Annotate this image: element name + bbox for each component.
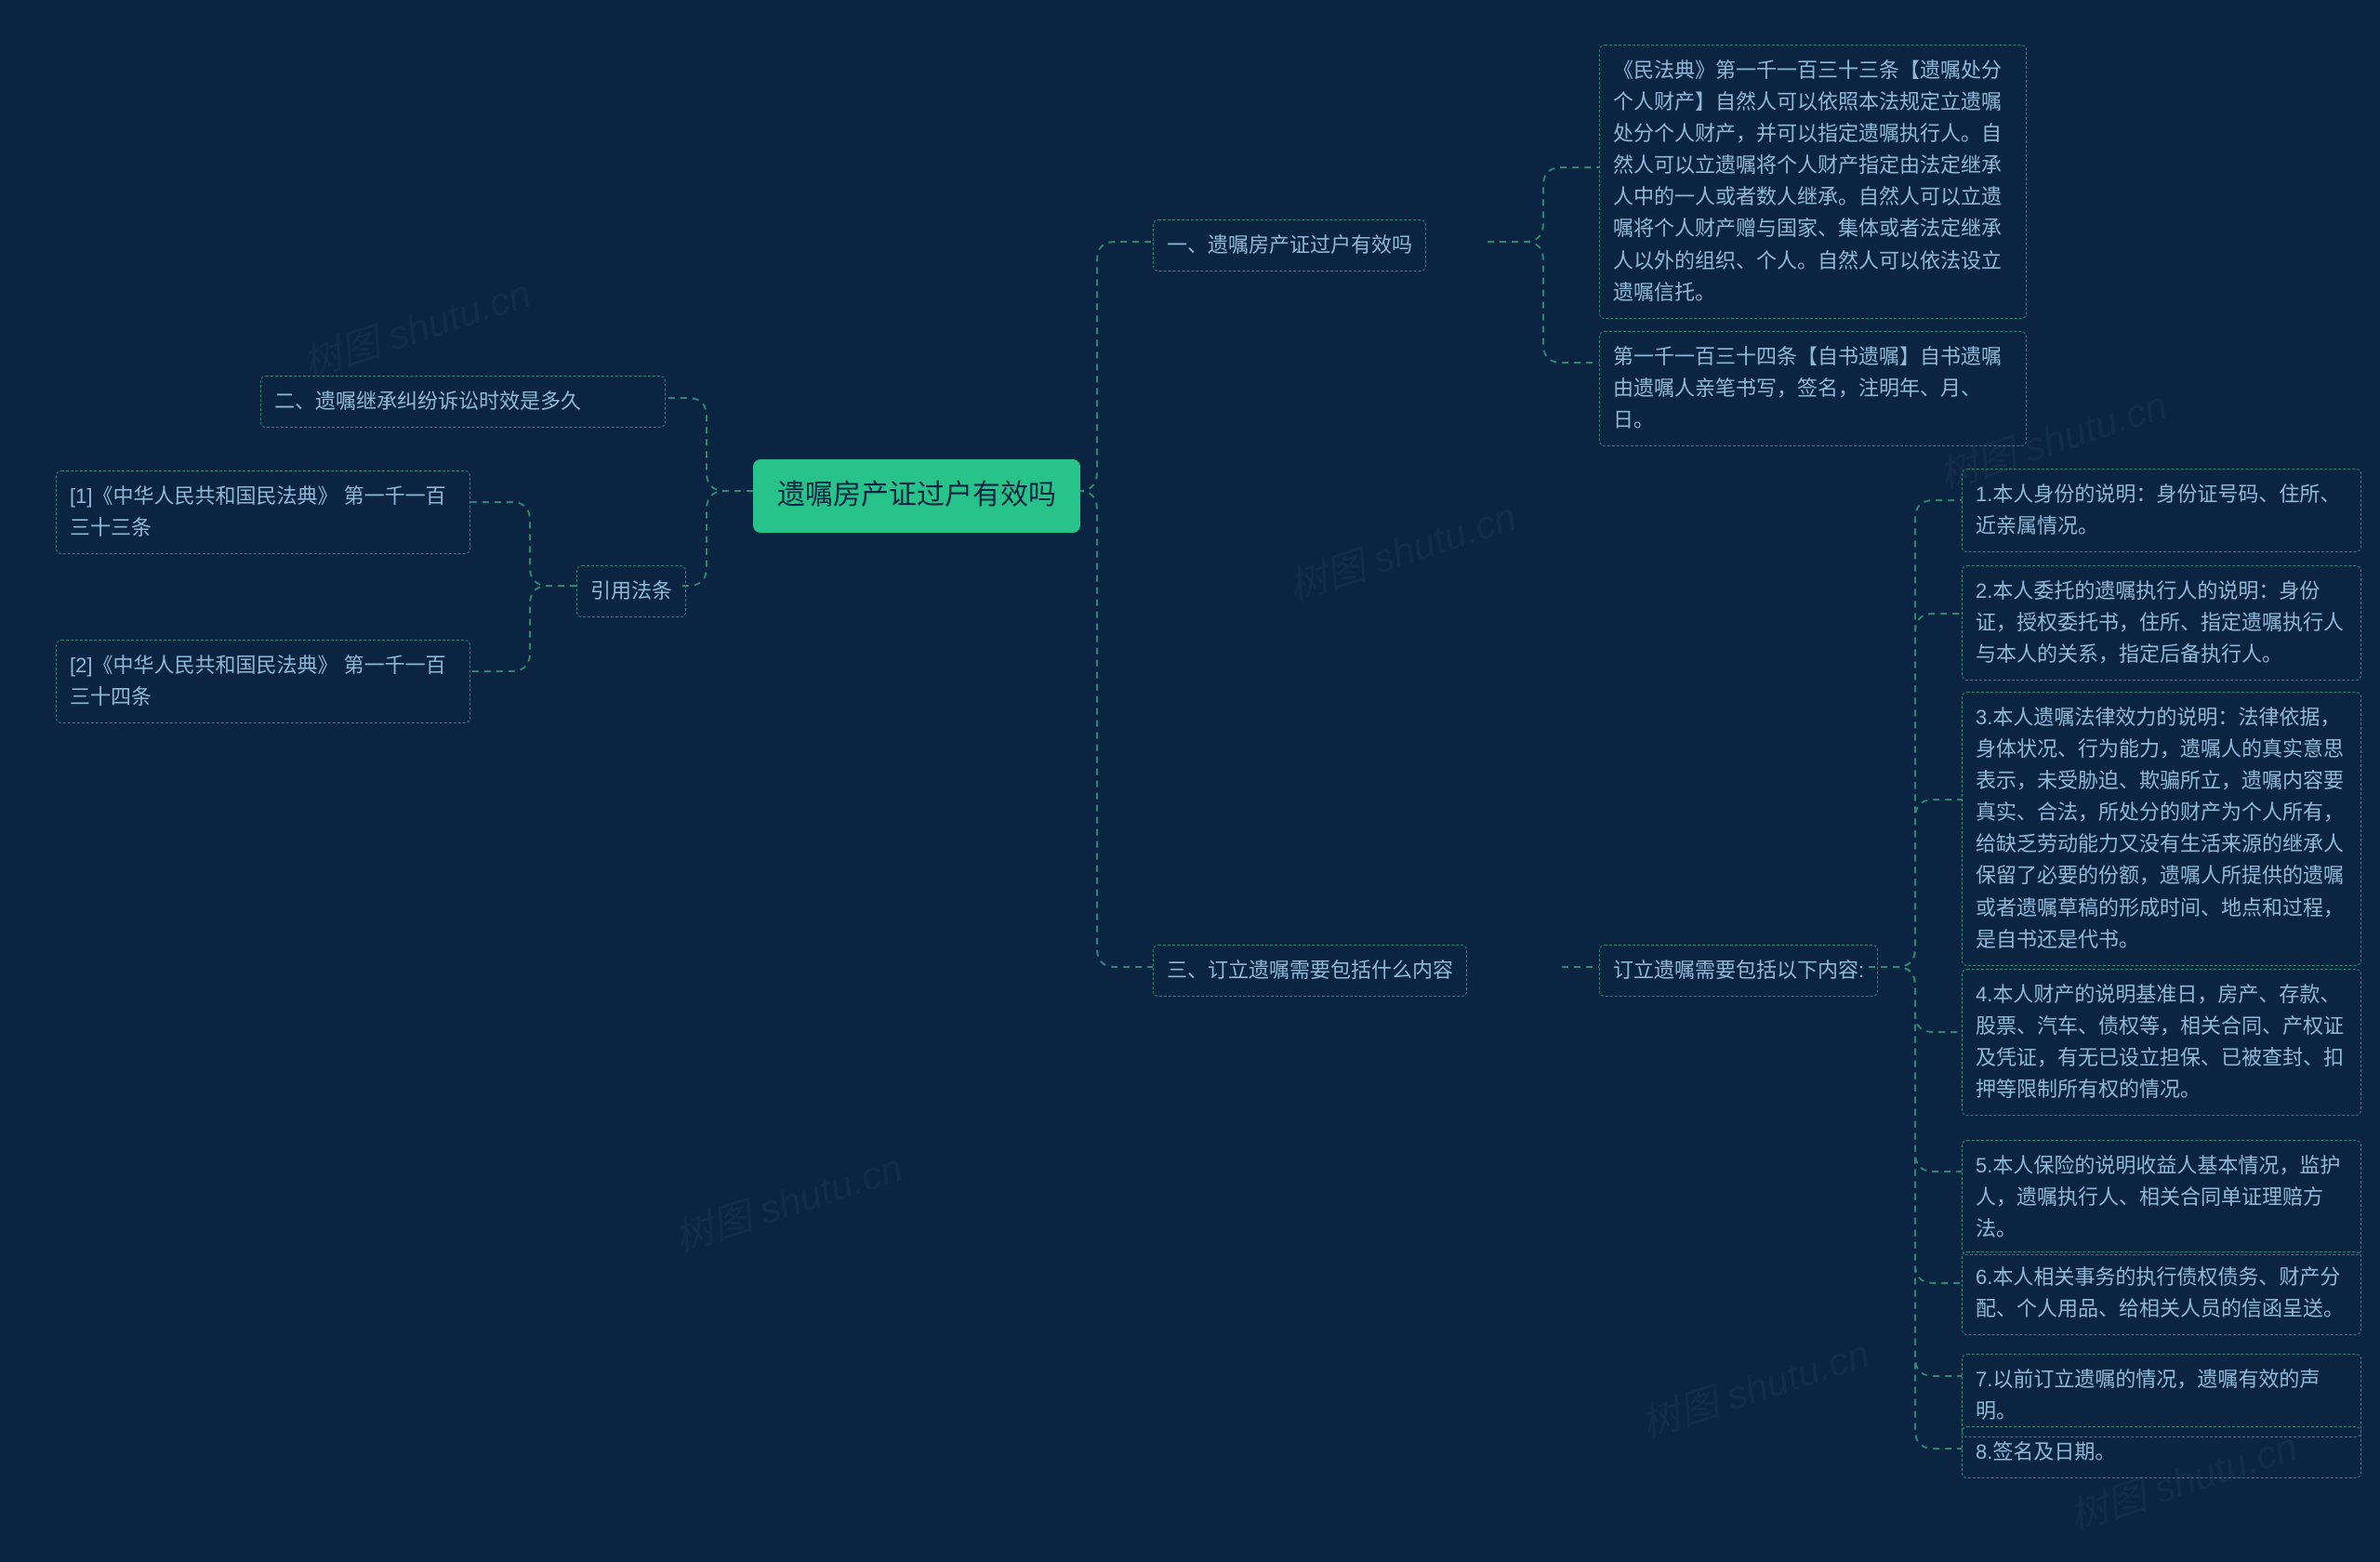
leaf-node-d6[interactable]: 6.本人相关事务的执行债权债务、财产分配、个人用品、给相关人员的信函呈送。 — [1962, 1251, 2361, 1335]
branch-node-section3[interactable]: 三、订立遗嘱需要包括什么内容 — [1153, 945, 1467, 997]
root-node[interactable]: 遗嘱房产证过户有效吗 — [753, 459, 1080, 533]
watermark: 树图 shutu.cn — [1633, 1322, 1876, 1449]
leaf-node-d8[interactable]: 8.签名及日期。 — [1962, 1426, 2361, 1478]
leaf-node-d2[interactable]: 2.本人委托的遗嘱执行人的说明：身份证，授权委托书，住所、指定遗嘱执行人与本人的… — [1962, 565, 2361, 681]
branch-node-section1[interactable]: 一、遗嘱房产证过户有效吗 — [1153, 219, 1426, 271]
leaf-node-r1-1[interactable]: 《民法典》第一千一百三十三条【遗嘱处分个人财产】自然人可以依照本法规定立遗嘱处分… — [1599, 45, 2027, 319]
leaf-node-citation-1[interactable]: [1]《中华人民共和国民法典》 第一千一百三十三条 — [56, 470, 470, 554]
leaf-node-d3[interactable]: 3.本人遗嘱法律效力的说明：法律依据，身体状况、行为能力，遗嘱人的真实意思表示，… — [1962, 692, 2361, 966]
leaf-node-d7[interactable]: 7.以前订立遗嘱的情况，遗嘱有效的声明。 — [1962, 1354, 2361, 1437]
watermark: 树图 shutu.cn — [667, 1136, 909, 1264]
leaf-node-d4[interactable]: 4.本人财产的说明基准日，房产、存款、股票、汽车、债权等，相关合同、产权证及凭证… — [1962, 969, 2361, 1116]
branch-node-citations[interactable]: 引用法条 — [576, 565, 686, 617]
watermark: 树图 shutu.cn — [1280, 485, 1523, 613]
leaf-node-d5[interactable]: 5.本人保险的说明收益人基本情况，监护人，遗嘱执行人、相关合同单证理赔方法。 — [1962, 1140, 2361, 1255]
leaf-node-d1[interactable]: 1.本人身份的说明：身份证号码、住所、近亲属情况。 — [1962, 469, 2361, 552]
branch-node-section2[interactable]: 二、遗嘱继承纠纷诉讼时效是多久 — [260, 376, 666, 428]
leaf-node-citation-2[interactable]: [2]《中华人民共和国民法典》 第一千一百三十四条 — [56, 640, 470, 723]
leaf-node-r1-2[interactable]: 第一千一百三十四条【自书遗嘱】自书遗嘱由遗嘱人亲笔书写，签名，注明年、月、日。 — [1599, 331, 2027, 446]
watermark: 树图 shutu.cn — [295, 262, 537, 390]
mid-node-section3[interactable]: 订立遗嘱需要包括以下内容: — [1599, 945, 1878, 997]
